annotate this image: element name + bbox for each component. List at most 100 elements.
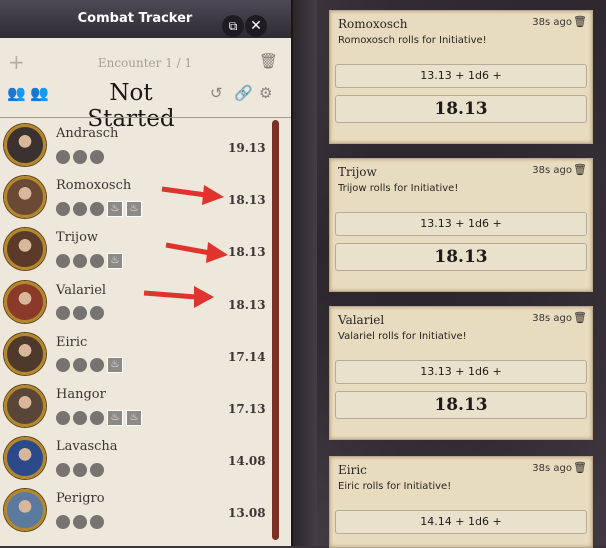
combatant-portrait[interactable] bbox=[4, 124, 46, 166]
combatant-name[interactable]: Eiric bbox=[56, 335, 87, 350]
chat-message: Eiric 38s ago 🗑 Eiric rolls for Initiative!… bbox=[329, 456, 593, 548]
message-timestamp: 38s ago bbox=[532, 17, 572, 28]
target-toggle-icon[interactable] bbox=[90, 514, 104, 529]
combatant-portrait[interactable] bbox=[4, 489, 46, 532]
initiative-value[interactable]: 19.13 bbox=[228, 141, 266, 155]
players-icon[interactable]: 👥 bbox=[7, 84, 26, 102]
dice-total[interactable]: 18.13 bbox=[335, 391, 587, 419]
initiative-value[interactable]: 18.13 bbox=[228, 298, 266, 312]
combatant-row[interactable]: Trijow ♨ 18.13 bbox=[4, 228, 270, 280]
message-timestamp: 38s ago bbox=[532, 313, 572, 324]
annotation-arrow bbox=[161, 185, 224, 205]
combatant-row[interactable]: Lavascha 14.08 bbox=[4, 437, 270, 489]
dice-formula[interactable]: 13.13 + 1d6 + bbox=[335, 64, 587, 88]
target-toggle-icon[interactable] bbox=[90, 201, 104, 216]
combatant-name[interactable]: Lavascha bbox=[56, 439, 118, 454]
message-speaker: Trijow bbox=[338, 165, 377, 179]
target-toggle-icon[interactable] bbox=[90, 253, 104, 268]
combatant-portrait[interactable] bbox=[4, 176, 46, 219]
status-toolbar: 👥 👥 Not Started ↺ 🔗 ⚙ bbox=[0, 80, 291, 132]
visibility-toggle-icon[interactable] bbox=[56, 253, 70, 268]
message-speaker: Romoxosch bbox=[338, 17, 408, 31]
defeated-toggle-icon[interactable] bbox=[73, 149, 87, 164]
delete-encounter-icon[interactable]: 🗑 bbox=[259, 52, 278, 70]
visibility-toggle-icon[interactable] bbox=[56, 201, 70, 216]
combatant-controls bbox=[56, 303, 107, 321]
combatant-name[interactable]: Hangor bbox=[56, 387, 106, 402]
dice-total[interactable]: 18.13 bbox=[335, 95, 587, 123]
npcs-icon[interactable]: 👥 bbox=[30, 84, 49, 102]
scrollbar[interactable] bbox=[272, 120, 279, 540]
visibility-toggle-icon[interactable] bbox=[56, 462, 70, 477]
dice-formula[interactable]: 13.13 + 1d6 + bbox=[335, 360, 587, 384]
defeated-toggle-icon[interactable] bbox=[73, 306, 87, 321]
close-icon[interactable]: ✕ bbox=[245, 15, 267, 37]
defeated-toggle-icon[interactable] bbox=[73, 253, 87, 268]
combatant-row[interactable]: Romoxosch ♨ ♨ 18.13 bbox=[4, 176, 270, 228]
initiative-value[interactable]: 14.08 bbox=[228, 454, 266, 468]
combatant-portrait[interactable] bbox=[4, 332, 46, 375]
combatant-row[interactable]: Hangor ♨ ♨ 17.13 bbox=[4, 385, 270, 437]
message-timestamp: 38s ago bbox=[532, 165, 572, 176]
combatant-controls: ♨ bbox=[56, 355, 126, 374]
dice-formula[interactable]: 13.13 + 1d6 + bbox=[335, 212, 587, 236]
combatant-row[interactable]: Eiric ♨ 17.14 bbox=[4, 332, 270, 385]
initiative-value[interactable]: 17.14 bbox=[228, 350, 266, 364]
combatant-controls: ♨ bbox=[56, 250, 126, 269]
combatant-portrait[interactable] bbox=[4, 280, 46, 323]
defeated-toggle-icon[interactable] bbox=[73, 410, 87, 425]
combatant-portrait[interactable] bbox=[4, 437, 46, 480]
combatant-portrait[interactable] bbox=[4, 228, 46, 271]
target-toggle-icon[interactable] bbox=[90, 410, 104, 425]
chat-message: Romoxosch 38s ago 🗑 Romoxosch rolls for Ini… bbox=[329, 10, 593, 144]
visibility-toggle-icon[interactable] bbox=[56, 410, 70, 425]
delete-message-icon[interactable]: 🗑 bbox=[573, 15, 587, 28]
initiative-value[interactable]: 18.13 bbox=[228, 193, 266, 207]
target-toggle-icon[interactable] bbox=[90, 149, 104, 164]
initiative-value[interactable]: 17.13 bbox=[228, 402, 266, 416]
target-toggle-icon[interactable] bbox=[90, 306, 104, 321]
defeated-toggle-icon[interactable] bbox=[73, 462, 87, 477]
defeated-toggle-icon[interactable] bbox=[73, 514, 87, 529]
target-toggle-icon[interactable] bbox=[90, 358, 104, 373]
initiative-value[interactable]: 13.08 bbox=[228, 506, 266, 520]
visibility-toggle-icon[interactable] bbox=[56, 149, 70, 164]
defeated-toggle-icon[interactable] bbox=[73, 201, 87, 216]
visibility-toggle-icon[interactable] bbox=[56, 358, 70, 373]
combatant-controls: ♨ ♨ bbox=[56, 198, 145, 217]
visibility-toggle-icon[interactable] bbox=[56, 514, 70, 529]
annotation-arrow bbox=[143, 286, 214, 308]
tracker-title: Combat Tracker bbox=[77, 11, 193, 26]
delete-message-icon[interactable]: 🗑 bbox=[573, 311, 587, 324]
delete-message-icon[interactable]: 🗑 bbox=[573, 163, 587, 176]
combatant-name[interactable]: Trijow bbox=[56, 230, 98, 245]
visibility-toggle-icon[interactable] bbox=[56, 306, 70, 321]
combatant-portrait[interactable] bbox=[4, 385, 46, 427]
combatant-name[interactable]: Valariel bbox=[56, 283, 106, 298]
target-toggle-icon[interactable] bbox=[90, 462, 104, 477]
combatant-controls bbox=[56, 146, 107, 164]
dice-formula[interactable]: 14.14 + 1d6 + bbox=[335, 510, 587, 534]
message-speaker: Eiric bbox=[338, 463, 367, 477]
status-effect-icon: ♨ bbox=[107, 200, 123, 217]
combatant-name[interactable]: Romoxosch bbox=[56, 178, 131, 193]
chat-sidebar-edge bbox=[293, 0, 317, 546]
reset-icon[interactable]: ↺ bbox=[210, 84, 223, 102]
combatant-row[interactable]: Valariel 18.13 bbox=[4, 280, 270, 333]
dice-total[interactable]: 18.13 bbox=[335, 243, 587, 271]
combatant-row[interactable]: Andrasch 19.13 bbox=[4, 124, 270, 176]
combatant-name[interactable]: Andrasch bbox=[56, 126, 118, 141]
add-encounter-icon[interactable]: + bbox=[8, 50, 25, 74]
defeated-toggle-icon[interactable] bbox=[73, 358, 87, 373]
message-flavor: Trijow rolls for Initiative! bbox=[338, 183, 459, 194]
combatant-row[interactable]: Perigro 13.08 bbox=[4, 489, 270, 541]
delete-message-icon[interactable]: 🗑 bbox=[573, 461, 587, 474]
initiative-value[interactable]: 18.13 bbox=[228, 245, 266, 259]
settings-gear-icon[interactable]: ⚙ bbox=[259, 84, 272, 102]
status-effect-icon: ♨ bbox=[126, 409, 142, 426]
link-icon[interactable]: 🔗 bbox=[234, 84, 253, 102]
chat-message: Trijow 38s ago 🗑 Trijow rolls for Initiativ… bbox=[329, 158, 593, 292]
popout-icon[interactable]: ⧉ bbox=[222, 15, 244, 37]
annotation-arrow bbox=[165, 242, 228, 263]
combatant-name[interactable]: Perigro bbox=[56, 491, 105, 506]
